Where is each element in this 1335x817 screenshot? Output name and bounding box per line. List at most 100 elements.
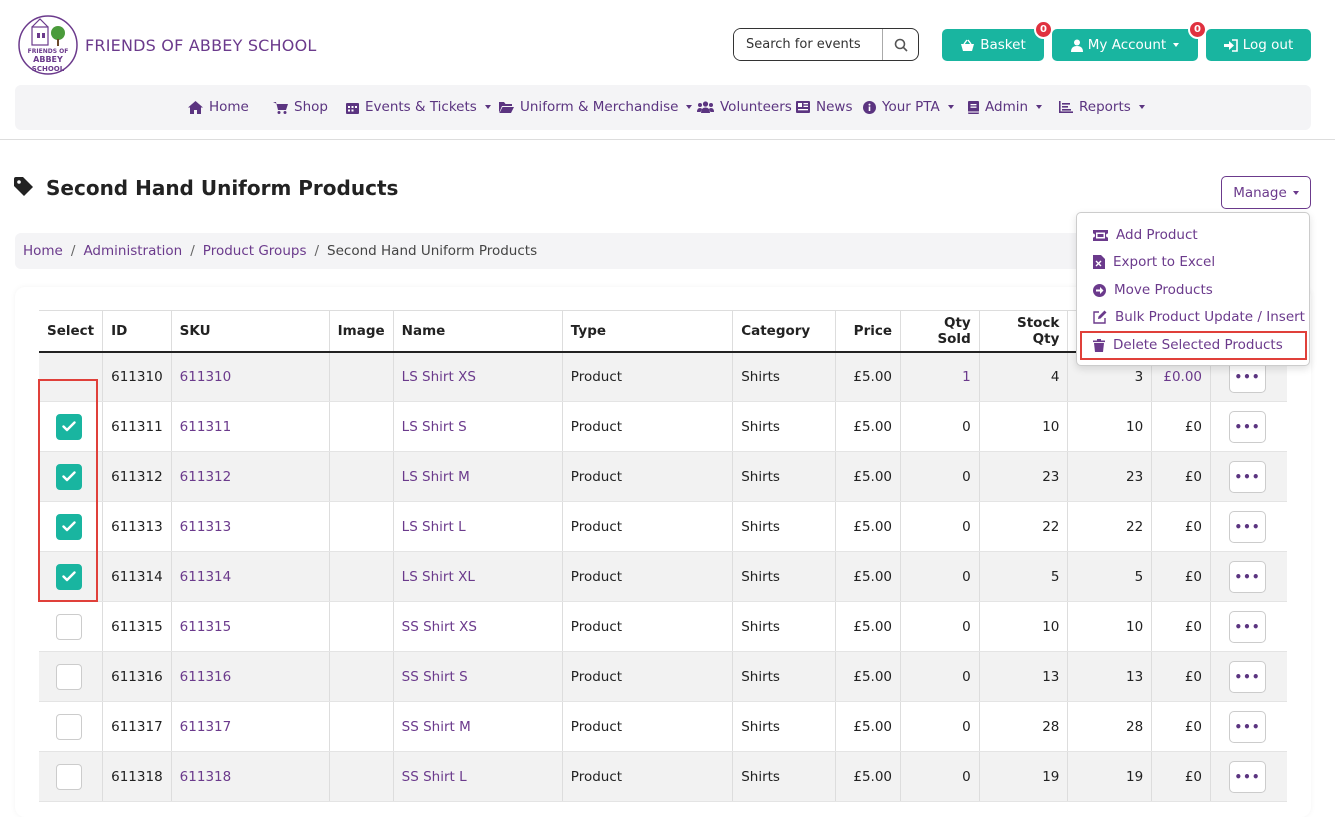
chevron-down-icon xyxy=(947,105,954,109)
nav-item-uniform[interactable]: Uniform & Merchandise xyxy=(499,99,693,115)
cell-sku-link[interactable]: 611313 xyxy=(171,501,330,552)
cell-available: 19 xyxy=(1067,751,1153,802)
table-row: 611315 611315 SS Shirt XS Product Shirts £5.0… xyxy=(39,601,1287,652)
cell-revenue: £0 xyxy=(1151,701,1212,752)
cell-stock-qty: 4 xyxy=(979,351,1069,402)
cell-name-link[interactable]: LS Shirt S xyxy=(393,401,563,452)
table-row: 611312 611312 LS Shirt M Product Shirts £5.00… xyxy=(39,451,1287,502)
cell-stock-qty: 13 xyxy=(979,651,1069,702)
cell-name-link[interactable]: LS Shirt XL xyxy=(393,551,563,602)
nav-label: Home xyxy=(209,99,249,115)
cell-actions: ••• xyxy=(1210,501,1287,552)
my-account-button[interactable]: My Account 0 xyxy=(1052,20,1207,61)
cell-image xyxy=(329,551,394,602)
breadcrumb-home[interactable]: Home xyxy=(23,243,63,259)
school-logo[interactable]: FRIENDS OF ABBEY SCHOOL xyxy=(18,13,78,77)
nav-item-events[interactable]: Events & Tickets xyxy=(346,99,491,115)
arrow-circle-icon xyxy=(1093,283,1106,297)
cell-type: Product xyxy=(562,651,734,702)
column-header-select: Select xyxy=(39,310,104,353)
column-header-sku[interactable]: SKU xyxy=(171,310,330,353)
row-select-checkbox[interactable] xyxy=(56,763,82,790)
cell-sku-link[interactable]: 611316 xyxy=(171,651,330,702)
row-actions-button[interactable]: ••• xyxy=(1229,460,1267,493)
row-actions-button[interactable]: ••• xyxy=(1229,410,1267,443)
cell-qty-sold: 0 xyxy=(900,601,980,652)
cell-id: 611316 xyxy=(102,651,172,702)
chevron-down-icon xyxy=(1138,105,1145,109)
cell-qty-sold: 0 xyxy=(900,651,980,702)
cell-name-link[interactable]: SS Shirt XS xyxy=(393,601,563,652)
breadcrumb-product-groups[interactable]: Product Groups xyxy=(203,243,307,259)
manage-button[interactable]: Manage xyxy=(1221,176,1311,209)
cell-id: 611317 xyxy=(102,701,172,752)
cell-type: Product xyxy=(562,501,734,552)
cell-type: Product xyxy=(562,401,734,452)
nav-label: Uniform & Merchandise xyxy=(520,99,679,115)
cell-name-link[interactable]: SS Shirt M xyxy=(393,701,563,752)
cell-sku-link[interactable]: 611317 xyxy=(171,701,330,752)
cell-type: Product xyxy=(562,601,734,652)
chevron-down-icon xyxy=(1173,43,1180,47)
page-title: Second Hand Uniform Products xyxy=(46,176,399,200)
cell-sku-link[interactable]: 611311 xyxy=(171,401,330,452)
site-title[interactable]: FRIENDS OF ABBEY SCHOOL xyxy=(85,36,317,55)
nav-item-your-pta[interactable]: Your PTA xyxy=(863,99,954,115)
cell-sku-link[interactable]: 611312 xyxy=(171,451,330,502)
row-actions-button[interactable]: ••• xyxy=(1229,760,1267,793)
cell-name-link[interactable]: LS Shirt M xyxy=(393,451,563,502)
row-actions-button[interactable]: ••• xyxy=(1229,660,1267,693)
basket-button[interactable]: Basket 0 xyxy=(942,20,1053,61)
column-header-category[interactable]: Category xyxy=(732,310,837,353)
cell-image xyxy=(329,401,394,452)
cell-id: 611312 xyxy=(102,451,172,502)
cell-id: 611311 xyxy=(102,401,172,452)
logout-label: Log out xyxy=(1242,37,1294,53)
row-select-checkbox[interactable] xyxy=(56,613,82,640)
cell-price: £5.00 xyxy=(835,451,902,502)
delete-selected-highlight xyxy=(1080,331,1307,360)
row-actions-button[interactable]: ••• xyxy=(1229,510,1267,543)
cell-name-link[interactable]: LS Shirt XS xyxy=(393,351,563,402)
row-actions-button[interactable]: ••• xyxy=(1229,610,1267,643)
column-header-stock-qty[interactable]: Stock Qty xyxy=(979,310,1069,353)
cell-name-link[interactable]: LS Shirt L xyxy=(393,501,563,552)
menu-item-export-excel[interactable]: Export to Excel xyxy=(1093,254,1215,270)
cell-sku-link[interactable]: 611318 xyxy=(171,751,330,802)
breadcrumb: Home / Administration / Product Groups /… xyxy=(15,233,1085,269)
cell-sku-link[interactable]: 611315 xyxy=(171,601,330,652)
nav-item-admin[interactable]: Admin xyxy=(968,99,1043,115)
cell-sku-link[interactable]: 611314 xyxy=(171,551,330,602)
row-actions-button[interactable]: ••• xyxy=(1229,560,1267,593)
cell-actions: ••• xyxy=(1210,601,1287,652)
search-button[interactable] xyxy=(882,29,918,60)
column-header-image: Image xyxy=(329,310,394,353)
nav-item-news[interactable]: News xyxy=(796,99,852,115)
row-select-checkbox[interactable] xyxy=(56,713,82,740)
column-header-qty-sold[interactable]: Qty Sold xyxy=(900,310,980,353)
column-header-id[interactable]: ID xyxy=(102,310,172,353)
column-header-name[interactable]: Name xyxy=(393,310,563,353)
nav-item-home[interactable]: Home xyxy=(188,99,249,115)
row-actions-button[interactable]: ••• xyxy=(1229,710,1267,743)
cell-sku-link[interactable]: 611310 xyxy=(171,351,330,402)
cell-name-link[interactable]: SS Shirt L xyxy=(393,751,563,802)
search-box xyxy=(733,28,919,61)
search-input[interactable] xyxy=(734,29,882,60)
row-select-checkbox[interactable] xyxy=(56,663,82,690)
cell-qty-sold[interactable]: 1 xyxy=(900,351,980,402)
logout-button[interactable]: Log out xyxy=(1206,29,1311,61)
nav-label: Your PTA xyxy=(882,99,940,115)
column-header-price[interactable]: Price xyxy=(835,310,902,353)
nav-item-shop[interactable]: Shop xyxy=(273,99,328,115)
menu-item-move-products[interactable]: Move Products xyxy=(1093,282,1213,298)
cell-actions: ••• xyxy=(1210,451,1287,502)
column-header-type[interactable]: Type xyxy=(562,310,734,353)
cell-name-link[interactable]: SS Shirt S xyxy=(393,651,563,702)
nav-item-reports[interactable]: Reports xyxy=(1059,99,1145,115)
nav-item-volunteers[interactable]: Volunteers xyxy=(697,99,792,115)
menu-item-bulk-update[interactable]: Bulk Product Update / Insert xyxy=(1093,309,1305,325)
breadcrumb-administration[interactable]: Administration xyxy=(83,243,182,259)
cell-category: Shirts xyxy=(732,351,837,402)
menu-item-add-product[interactable]: Add Product xyxy=(1093,227,1198,243)
